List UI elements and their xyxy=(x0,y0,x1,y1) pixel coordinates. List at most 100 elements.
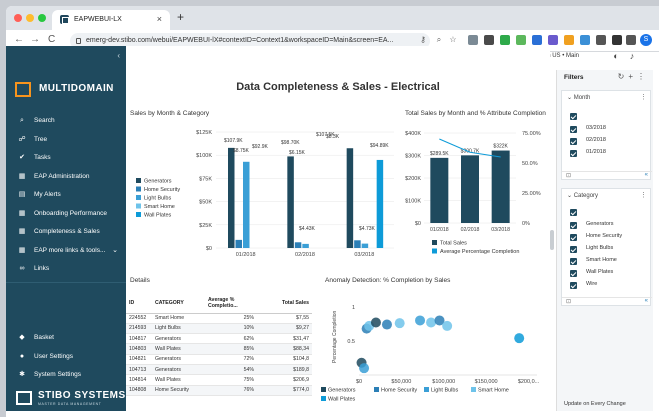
sidebar-item[interactable]: ▤ My Alerts xyxy=(6,186,126,204)
notifications-icon[interactable]: ♪ xyxy=(627,51,637,61)
month-filter-header[interactable]: ⌄ Month xyxy=(567,94,590,101)
col-sales-header[interactable]: Total Sales xyxy=(257,294,312,314)
bookmark-star-icon[interactable]: ☆ xyxy=(448,35,458,45)
new-tab-button[interactable]: + xyxy=(177,10,184,24)
sidebar-item[interactable]: ∞ Links xyxy=(6,260,126,278)
trash-icon[interactable]: ⊡ xyxy=(566,298,571,305)
avatar[interactable]: S xyxy=(640,34,652,46)
checkbox[interactable] xyxy=(570,282,577,289)
table-cell: 25% xyxy=(205,313,257,324)
table-row[interactable]: 104821 Generators 72% $104,8 xyxy=(126,354,312,365)
sidebar-item[interactable]: ▦ Completeness & Sales xyxy=(6,223,126,241)
scatter-point xyxy=(394,318,405,329)
close-window-button[interactable] xyxy=(14,14,22,22)
filter-option-label: 01/2018 xyxy=(586,149,606,155)
table-row[interactable]: 224552 Smart Home 25% $7,55 xyxy=(126,313,312,324)
update-on-change-label[interactable]: Update on Every Change xyxy=(564,401,626,407)
more-icon[interactable]: ⋮ xyxy=(637,72,649,81)
sidebar-item[interactable]: ⌕ Search xyxy=(6,112,126,130)
table-row[interactable]: 104713 Generators 54% $189,8 xyxy=(126,364,312,376)
bar xyxy=(354,240,361,248)
more-icon[interactable]: ⋮ xyxy=(640,191,647,199)
sidebar-item[interactable]: ● User Settings xyxy=(6,348,126,366)
scatter-point xyxy=(381,319,392,330)
x-tick-label: 02/2018 xyxy=(295,252,315,258)
table-row[interactable]: 214593 Light Bulbs 10% $9,27 xyxy=(126,323,312,335)
sidebar-item[interactable]: ✱ System Settings xyxy=(6,366,126,384)
sidebar-item[interactable]: ▦ EAP more links & tools... ⌄ xyxy=(6,242,126,260)
sidebar-item[interactable]: ◆ Basket xyxy=(6,329,126,347)
filter-option[interactable]: 01/2018 xyxy=(567,149,647,160)
table-cell: 104808 xyxy=(126,385,152,396)
key-icon[interactable]: ⚷ xyxy=(418,35,428,45)
refresh-icon[interactable]: ↻ xyxy=(618,72,629,81)
reload-button[interactable]: C xyxy=(48,34,55,45)
collapse-sidebar-icon[interactable]: ‹ xyxy=(117,51,120,60)
filter-option[interactable]: Home Security xyxy=(567,233,647,244)
filter-option[interactable]: Light Bulbs xyxy=(567,245,647,256)
extension-icon[interactable] xyxy=(564,35,574,45)
extension-icon[interactable] xyxy=(548,35,558,45)
checkbox[interactable] xyxy=(570,258,577,265)
col-id-header[interactable]: ID xyxy=(126,294,152,314)
extension-icon[interactable] xyxy=(580,35,590,45)
legend-swatch xyxy=(136,186,141,192)
add-icon[interactable]: + xyxy=(628,72,637,81)
zoom-icon[interactable]: ⌕ xyxy=(434,35,444,45)
browser-tab[interactable]: EAPWEBUI-LX × xyxy=(52,10,170,30)
table-header-row: ID CATEGORY Average % Completio... Total… xyxy=(126,294,312,314)
checkbox[interactable] xyxy=(570,234,577,241)
profile-icon[interactable] xyxy=(626,35,636,45)
table-row[interactable]: 104808 Home Security 76% $774,0 xyxy=(126,385,312,396)
extension-icon[interactable] xyxy=(596,35,606,45)
sidebar-item[interactable]: ▦ Onboarding Performance xyxy=(6,205,126,223)
col-category-header[interactable]: CATEGORY xyxy=(152,294,205,314)
category-filter-header[interactable]: ⌄ Category xyxy=(567,192,598,199)
chevron-down-icon[interactable]: ⌄ xyxy=(112,242,118,260)
filter-option[interactable]: 02/2018 xyxy=(567,137,647,148)
collapse-icon[interactable]: « xyxy=(645,298,648,304)
filter-option[interactable]: 03/2018 xyxy=(567,125,647,136)
checkbox[interactable] xyxy=(570,246,577,253)
checkbox[interactable] xyxy=(570,222,577,229)
table-row[interactable]: 104803 Wall Plates 85% $88,34 xyxy=(126,343,312,355)
sales-by-month-chart: $125K $100K $75K $50K $25K $0 01/2018 02/2018 03… xyxy=(136,130,394,258)
filter-option[interactable]: Generators xyxy=(567,221,647,232)
extension-icon[interactable] xyxy=(532,35,542,45)
checkbox[interactable] xyxy=(570,138,577,145)
select-all-checkbox[interactable] xyxy=(570,113,577,120)
more-icon[interactable]: ⋮ xyxy=(640,93,647,101)
main-scrollbar[interactable] xyxy=(550,230,554,250)
close-tab-icon[interactable]: × xyxy=(157,14,162,24)
extension-icon[interactable] xyxy=(468,35,478,45)
sidebar: ‹ MULTIDOMAIN ⌕ Search ☍ Tree ✔ Tasks ▦ EAP Adm… xyxy=(6,46,126,411)
filter-option[interactable]: Wire xyxy=(567,281,647,292)
filter-option[interactable]: Wall Plates xyxy=(567,269,647,280)
checkbox[interactable] xyxy=(570,126,577,133)
sidebar-item-label: User Settings xyxy=(34,352,74,360)
table-row[interactable]: 104814 Wall Plates 75% $206,9 xyxy=(126,374,312,386)
back-button[interactable]: ← xyxy=(14,34,24,45)
select-all-checkbox[interactable] xyxy=(570,209,577,216)
extension-icon[interactable] xyxy=(500,35,510,45)
minimize-window-button[interactable] xyxy=(26,14,34,22)
collapse-icon[interactable]: « xyxy=(645,172,648,178)
bar xyxy=(376,159,384,248)
filter-option[interactable]: Smart Home xyxy=(567,257,647,268)
col-completion-header[interactable]: Average % Completio... xyxy=(205,294,257,314)
table-row[interactable]: 104817 Generators 62% $31,47 xyxy=(126,333,312,345)
extension-icon[interactable] xyxy=(484,35,494,45)
checkbox[interactable] xyxy=(570,150,577,157)
sidebar-item[interactable]: ▦ EAP Administration xyxy=(6,168,126,186)
extensions-puzzle-icon[interactable] xyxy=(612,35,622,45)
sidebar-item[interactable]: ☍ Tree xyxy=(6,131,126,149)
maximize-window-button[interactable] xyxy=(38,14,46,22)
extension-icon[interactable] xyxy=(516,35,526,45)
y-tick-label: $50K xyxy=(199,200,212,206)
sidebar-item[interactable]: ✔ Tasks xyxy=(6,149,126,167)
checkbox[interactable] xyxy=(570,270,577,277)
brand-box-icon xyxy=(15,82,31,97)
forward-button[interactable]: → xyxy=(30,34,40,45)
help-icon[interactable]: ◐ xyxy=(611,51,621,61)
trash-icon[interactable]: ⊡ xyxy=(566,172,571,179)
